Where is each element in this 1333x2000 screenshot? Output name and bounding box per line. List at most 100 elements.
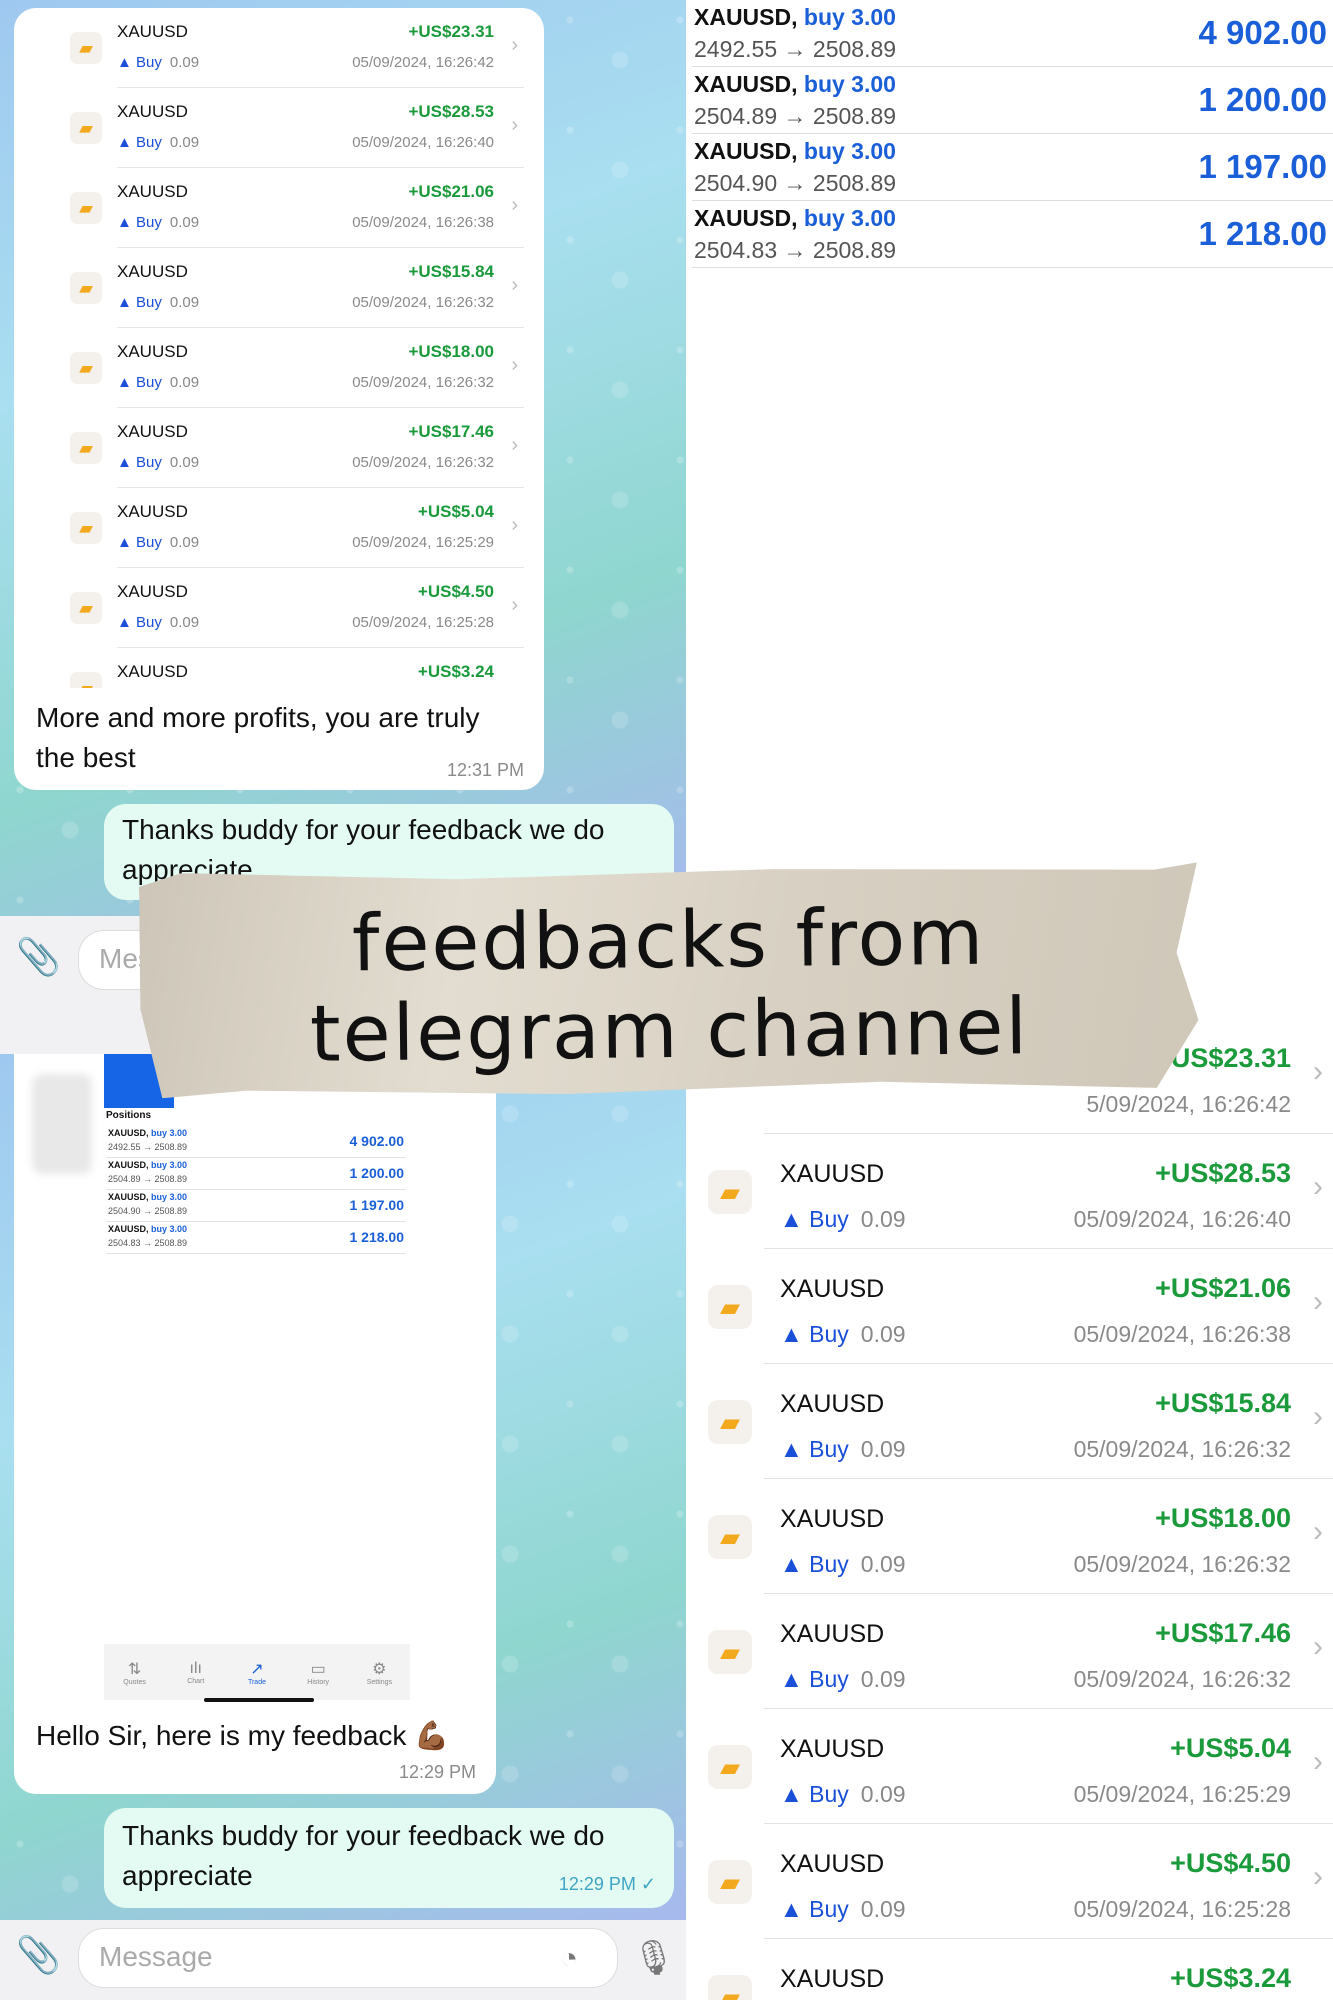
trade-row-large: ▰ XAUUSD ▲ Buy 0.09 +US$17.46 05/09/2024,… [692, 1594, 1333, 1709]
gold-bars-icon: ▰ [708, 1170, 752, 1214]
tab-quotes[interactable]: ⇅ Quotes [110, 1659, 160, 1686]
chevron-right-icon: › [1313, 1515, 1323, 1548]
position-row: XAUUSD, buy 3.00 2492.55 → 2508.89 4 902… [692, 0, 1333, 67]
gold-bars-icon: ▰ [70, 352, 102, 384]
trade-side: ▲ Buy 0.09 [117, 454, 200, 471]
position-value: 4 902.00 [1198, 14, 1327, 51]
trade-row-large: ▰ XAUUSD ▲ Buy 0.09 +US$28.53 05/09/2024,… [692, 1134, 1333, 1249]
gold-bars-icon: ▰ [708, 1860, 752, 1904]
trade-profit: +US$5.04 [417, 502, 494, 521]
trade-profit: +US$28.53 [1155, 1158, 1291, 1188]
trade-profit: +US$21.06 [408, 182, 494, 201]
trade-profit: +US$4.50 [417, 582, 494, 601]
chevron-right-icon: › [511, 434, 518, 456]
trade-side: ▲ Buy 0.09 [780, 1551, 906, 1577]
tab-settings[interactable]: ⚙ Settings [354, 1659, 404, 1686]
chevron-right-icon: › [1313, 1170, 1323, 1203]
trade-side: ▲ Buy 0.09 [117, 54, 200, 71]
message-time: 12:31 PM [446, 760, 524, 780]
gold-bars-icon: ▰ [708, 1745, 752, 1789]
microphone-icon[interactable]: 🎙 [632, 1938, 675, 1978]
gold-bars-icon: ▰ [708, 1400, 752, 1444]
gold-bars-icon: ▰ [708, 1515, 752, 1559]
trade-row: ▰ XAUUSD ▲ Buy 0.09 +US$17.46 05/09/2024,… [70, 408, 524, 488]
trade-profit: +US$17.46 [1155, 1618, 1291, 1648]
position-symbol-side: XAUUSD, buy 3.00 [694, 138, 896, 164]
tab-chart[interactable]: ılı Chart [171, 1660, 221, 1685]
trade-row: ▰ XAUUSD ▲ Buy 0.09 +US$21.06 05/09/2024,… [70, 168, 524, 248]
trade-side: ▲ Buy 0.09 [780, 1666, 906, 1692]
gold-bars-icon: ▰ [70, 32, 102, 64]
outgoing-message-bubble: Thanks buddy for your feedback we do app… [104, 1808, 674, 1908]
trade-time: 05/09/2024, 16:26:32 [1073, 1551, 1291, 1577]
trade-row-large: ▰ XAUUSD ▲ Buy 0.09 +US$18.00 05/09/2024,… [692, 1479, 1333, 1594]
trade-time: 05/09/2024, 16:26:32 [352, 454, 494, 471]
trade-symbol: XAUUSD [117, 662, 188, 681]
trade-profit: +US$4.50 [1170, 1848, 1291, 1878]
gold-bars-icon: ▰ [70, 672, 102, 688]
chevron-right-icon: › [511, 514, 518, 536]
trade-history-screenshot: ▰ XAUUSD ▲ Buy 0.09 +US$23.31 05/09/2024,… [54, 8, 524, 688]
banner-line-1: feedbacks from [351, 892, 986, 990]
chevron-right-icon: › [511, 34, 518, 56]
trade-side: ▲ Buy 0.09 [780, 1896, 906, 1922]
position-symbol-side: XAUUSD, buy 3.00 [694, 205, 896, 231]
mt-positions-screenshot: Positions XAUUSD, buy 3.00 2492.55 → 250… [104, 1054, 410, 1706]
chevron-right-icon: › [511, 274, 518, 296]
message-input-bar: 📎 Message ◔ 🎙 [0, 1920, 686, 2000]
gold-bars-icon: ▰ [708, 1975, 752, 2000]
trade-profit: +US$17.46 [408, 422, 494, 441]
trade-side: ▲ Buy 0.09 [117, 614, 200, 631]
chevron-right-icon: › [1313, 1630, 1323, 1663]
attach-paperclip-icon[interactable]: 📎 [16, 1934, 61, 1976]
mini-position-row: XAUUSD, buy 3.00 2504.83 → 2508.89 1 218… [106, 1222, 406, 1254]
trade-side: ▲ Buy 0.09 [780, 1206, 906, 1232]
trade-profit: +US$28.53 [408, 102, 494, 121]
position-value: 1 197.00 [1198, 148, 1327, 185]
trade-time: 05/09/2024, 16:25:28 [1073, 1896, 1291, 1922]
trade-symbol: XAUUSD [117, 502, 188, 521]
chevron-right-icon: › [511, 194, 518, 216]
trade-profit: +US$18.00 [408, 342, 494, 361]
trade-icon: ↗ [250, 1660, 264, 1678]
trade-profit: +US$15.84 [408, 262, 494, 281]
trade-time: 05/09/2024, 16:25:28 [352, 614, 494, 631]
trade-side: ▲ Buy 0.09 [117, 294, 200, 311]
gold-bars-icon: ▰ [70, 272, 102, 304]
message-input[interactable]: Message [78, 1928, 618, 1988]
position-row: XAUUSD, buy 3.00 2504.89 → 2508.89 1 200… [692, 67, 1333, 134]
gold-bars-icon: ▰ [70, 112, 102, 144]
sender-avatar [32, 1074, 92, 1174]
trade-row: ▰ XAUUSD +US$3.24 [70, 648, 524, 688]
trade-side: ▲ Buy 0.09 [780, 1781, 906, 1807]
trade-time: 05/09/2024, 16:26:38 [1073, 1321, 1291, 1347]
incoming-message-bubble: ▰ XAUUSD ▲ Buy 0.09 +US$23.31 05/09/2024,… [14, 8, 544, 790]
chevron-right-icon: › [1313, 1285, 1323, 1318]
quotes-icon: ⇅ [127, 1660, 142, 1678]
trade-symbol: XAUUSD [780, 1275, 885, 1303]
trade-time: 05/09/2024, 16:26:40 [352, 134, 494, 151]
trade-time: 05/09/2024, 16:25:29 [1073, 1781, 1291, 1807]
trade-profit: +US$15.84 [1155, 1388, 1291, 1418]
home-indicator [204, 1698, 314, 1702]
trade-symbol: XAUUSD [780, 1735, 885, 1763]
trade-symbol: XAUUSD [780, 1620, 885, 1648]
trade-side: ▲ Buy 0.09 [117, 374, 200, 391]
position-row: XAUUSD, buy 3.00 2504.83 → 2508.89 1 218… [692, 201, 1333, 268]
trade-row: ▰ XAUUSD ▲ Buy 0.09 +US$23.31 05/09/2024,… [70, 8, 524, 88]
trade-profit: +US$5.04 [1170, 1733, 1291, 1763]
tab-trade[interactable]: ↗ Trade [232, 1659, 282, 1686]
trade-row-large: ▰ XAUUSD ▲ Buy 0.09 +US$4.50 05/09/2024, … [692, 1824, 1333, 1939]
trade-symbol: XAUUSD [780, 1850, 885, 1878]
sticker-icon[interactable]: ◔ [560, 1942, 578, 1976]
trade-symbol: XAUUSD [117, 182, 188, 201]
trade-row: ▰ XAUUSD ▲ Buy 0.09 +US$5.04 05/09/2024, … [70, 488, 524, 568]
gold-bars-icon: ▰ [708, 1630, 752, 1674]
trade-symbol: XAUUSD [780, 1160, 885, 1188]
tab-history[interactable]: ▭ History [293, 1659, 343, 1686]
gold-bars-icon: ▰ [70, 592, 102, 624]
attach-paperclip-icon[interactable]: 📎 [16, 936, 61, 978]
trade-time: 05/09/2024, 16:26:40 [1073, 1206, 1291, 1232]
message-text: Hello Sir, here is my feedback 💪🏾 [36, 1720, 450, 1751]
trade-time: 5/09/2024, 16:26:42 [1086, 1091, 1291, 1117]
